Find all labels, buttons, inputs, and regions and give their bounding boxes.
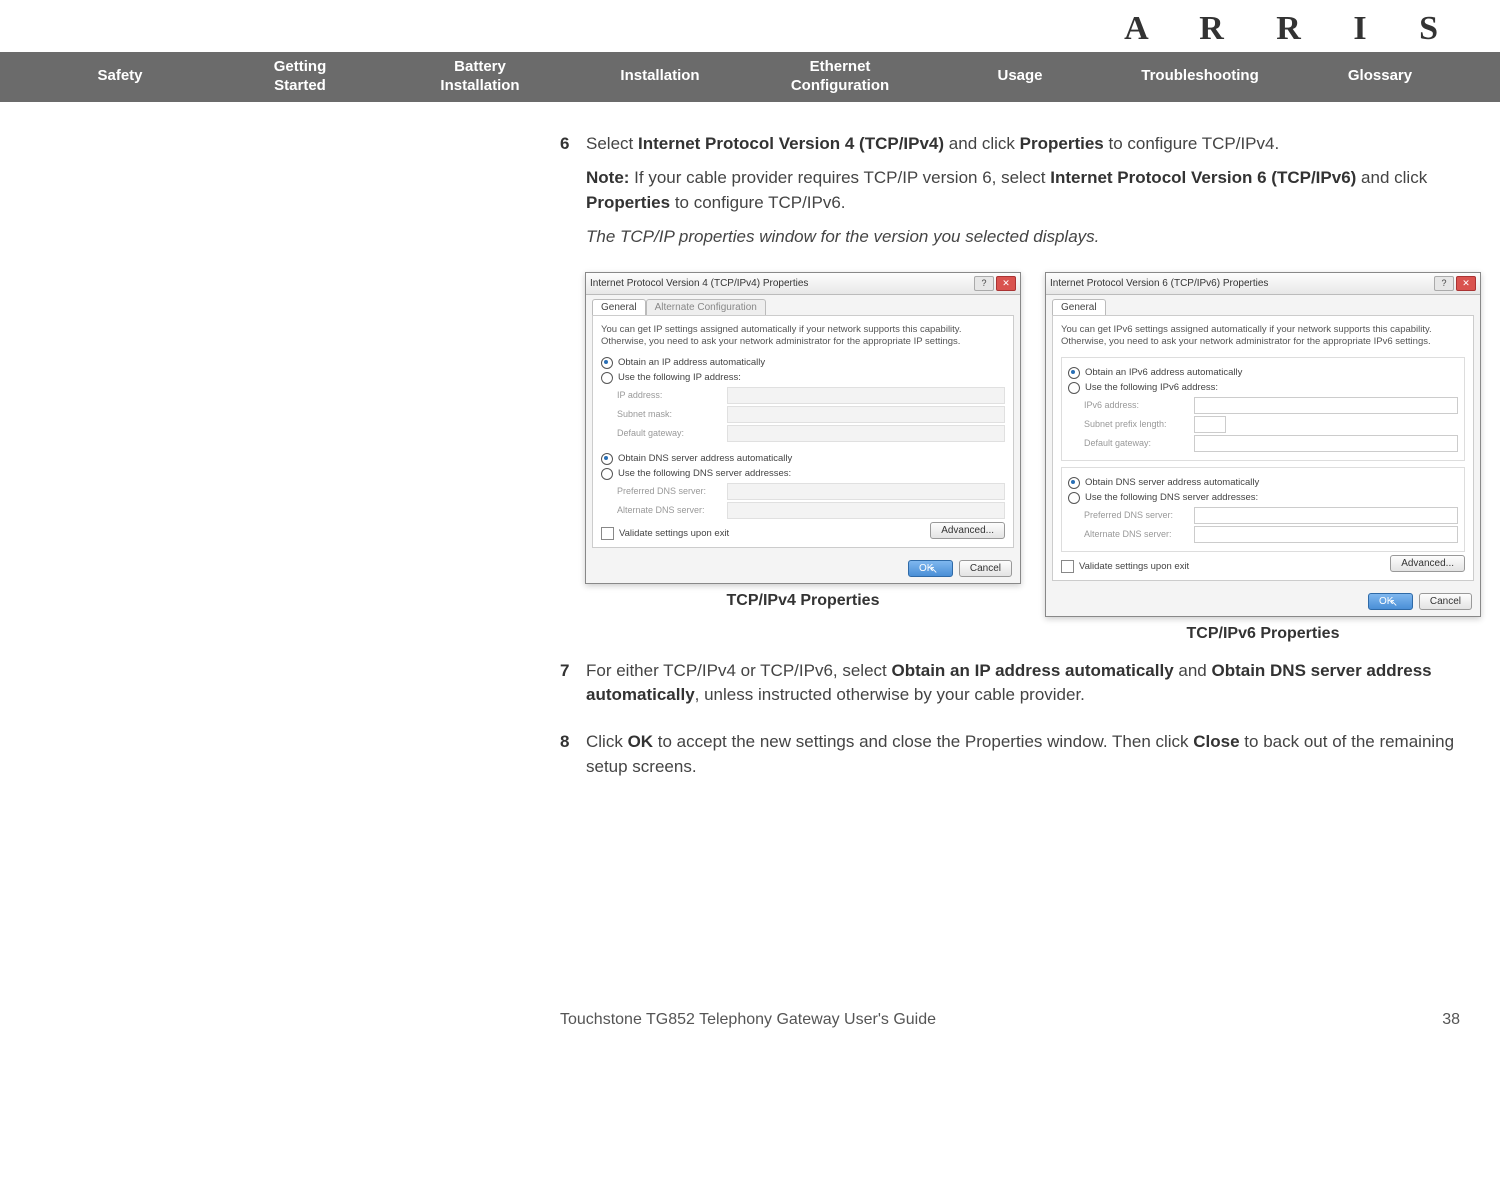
- ipv4-caption: TCP/IPv4 Properties: [727, 592, 880, 610]
- cancel-button[interactable]: Cancel: [1419, 593, 1472, 610]
- step-6: 6 Select Internet Protocol Version 4 (TC…: [560, 132, 1480, 261]
- tab-general[interactable]: General: [592, 299, 646, 315]
- nav-battery-installation[interactable]: Battery Installation: [390, 58, 570, 96]
- advanced-button[interactable]: Advanced...: [930, 522, 1005, 539]
- ipv6-caption: TCP/IPv6 Properties: [1187, 625, 1340, 643]
- tab-general[interactable]: General: [1052, 299, 1106, 315]
- cancel-button[interactable]: Cancel: [959, 560, 1012, 577]
- close-icon[interactable]: ✕: [996, 276, 1016, 291]
- step-number: 8: [560, 730, 586, 789]
- help-icon[interactable]: ?: [974, 276, 994, 291]
- close-icon[interactable]: ✕: [1456, 276, 1476, 291]
- cursor-icon: ↖: [929, 565, 937, 576]
- dialog-description: You can get IPv6 settings assigned autom…: [1061, 324, 1465, 349]
- page-content: 6 Select Internet Protocol Version 4 (TC…: [0, 102, 1500, 812]
- step-8: 8 Click OK to accept the new settings an…: [560, 730, 1480, 789]
- radio-use-following-ip[interactable]: Use the following IP address:: [601, 372, 1005, 384]
- brand-logo: A R R I S: [0, 0, 1500, 52]
- field-ipv6-address: IPv6 address:: [1084, 397, 1458, 414]
- nav-ethernet-configuration[interactable]: Ethernet Configuration: [750, 58, 930, 96]
- field-alternate-dns: Alternate DNS server:: [1084, 526, 1458, 543]
- field-subnet-prefix-length: Subnet prefix length:: [1084, 416, 1458, 433]
- radio-obtain-ipv6-auto[interactable]: Obtain an IPv6 address automatically: [1068, 367, 1458, 379]
- field-ip-address: IP address:: [617, 387, 1005, 404]
- ipv4-properties-dialog: Internet Protocol Version 4 (TCP/IPv4) P…: [585, 272, 1021, 584]
- radio-obtain-ip-auto[interactable]: Obtain an IP address automatically: [601, 357, 1005, 369]
- ipv6-properties-dialog: Internet Protocol Version 6 (TCP/IPv6) P…: [1045, 272, 1481, 617]
- step-7-text: For either TCP/IPv4 or TCP/IPv6, select …: [586, 659, 1480, 708]
- radio-use-following-dns[interactable]: Use the following DNS server addresses:: [601, 468, 1005, 480]
- field-preferred-dns: Preferred DNS server:: [1084, 507, 1458, 524]
- radio-use-following-dns[interactable]: Use the following DNS server addresses:: [1068, 492, 1458, 504]
- field-default-gateway: Default gateway:: [1084, 435, 1458, 452]
- dialog-title-text: Internet Protocol Version 6 (TCP/IPv6) P…: [1050, 278, 1268, 289]
- nav-installation[interactable]: Installation: [570, 67, 750, 86]
- cursor-icon: ↖: [1389, 598, 1397, 609]
- page-number: 38: [1442, 1011, 1460, 1029]
- step-6-note: Note: If your cable provider requires TC…: [586, 166, 1480, 215]
- dialog-title-text: Internet Protocol Version 4 (TCP/IPv4) P…: [590, 278, 808, 289]
- radio-obtain-dns-auto[interactable]: Obtain DNS server address automatically: [601, 453, 1005, 465]
- nav-getting-started[interactable]: Getting Started: [210, 58, 390, 96]
- nav-usage[interactable]: Usage: [930, 67, 1110, 86]
- step-6-result: The TCP/IP properties window for the ver…: [586, 225, 1480, 250]
- footer-title: Touchstone TG852 Telephony Gateway User'…: [560, 1011, 936, 1029]
- tab-alternate-configuration[interactable]: Alternate Configuration: [646, 299, 766, 315]
- radio-obtain-dns-auto[interactable]: Obtain DNS server address automatically: [1068, 477, 1458, 489]
- nav-troubleshooting[interactable]: Troubleshooting: [1110, 67, 1290, 86]
- step-8-text: Click OK to accept the new settings and …: [586, 730, 1480, 779]
- dialog-titlebar: Internet Protocol Version 6 (TCP/IPv6) P…: [1046, 273, 1480, 295]
- top-nav: Safety Getting Started Battery Installat…: [0, 52, 1500, 102]
- step-6-text-1: Select Internet Protocol Version 4 (TCP/…: [586, 132, 1480, 157]
- help-icon[interactable]: ?: [1434, 276, 1454, 291]
- nav-safety[interactable]: Safety: [30, 67, 210, 86]
- step-number: 7: [560, 659, 586, 718]
- dialog-description: You can get IP settings assigned automat…: [601, 324, 1005, 349]
- ok-button[interactable]: OK↖: [908, 560, 953, 577]
- page-footer: Touchstone TG852 Telephony Gateway User'…: [0, 1011, 1500, 1049]
- radio-use-following-ipv6[interactable]: Use the following IPv6 address:: [1068, 382, 1458, 394]
- step-number: 6: [560, 132, 586, 261]
- dialog-titlebar: Internet Protocol Version 4 (TCP/IPv4) P…: [586, 273, 1020, 295]
- dialog-screenshots: Internet Protocol Version 4 (TCP/IPv4) P…: [586, 272, 1480, 643]
- field-subnet-mask: Subnet mask:: [617, 406, 1005, 423]
- step-7: 7 For either TCP/IPv4 or TCP/IPv6, selec…: [560, 659, 1480, 718]
- nav-glossary[interactable]: Glossary: [1290, 67, 1470, 86]
- field-default-gateway: Default gateway:: [617, 425, 1005, 442]
- advanced-button[interactable]: Advanced...: [1390, 555, 1465, 572]
- field-alternate-dns: Alternate DNS server:: [617, 502, 1005, 519]
- field-preferred-dns: Preferred DNS server:: [617, 483, 1005, 500]
- ok-button[interactable]: OK↖: [1368, 593, 1413, 610]
